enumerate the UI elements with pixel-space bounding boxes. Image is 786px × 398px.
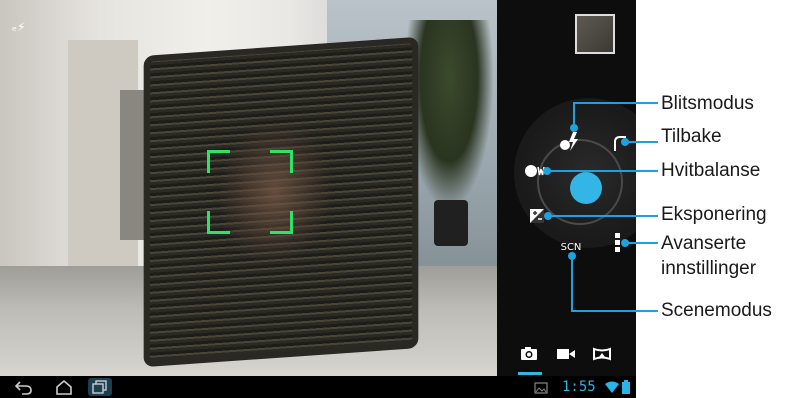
- system-navigation-bar: [0, 376, 636, 398]
- flash-status-indicator: ₑ⚡: [12, 20, 26, 34]
- recent-apps-icon: [92, 380, 107, 394]
- label-back: Tilbake: [661, 126, 722, 147]
- focus-corner: [207, 211, 230, 234]
- plant: [404, 20, 494, 210]
- focus-corner: [207, 150, 230, 173]
- panorama-mode-button[interactable]: [592, 346, 612, 362]
- panorama-mode-icon: [593, 347, 611, 361]
- gallery-icon: [534, 382, 548, 394]
- wifi-icon: [605, 381, 619, 393]
- label-flash-mode: Blitsmodus: [661, 93, 754, 114]
- callout-line-back: [626, 141, 658, 143]
- exposure-icon: [530, 209, 544, 223]
- back-nav-button[interactable]: [12, 378, 36, 396]
- callout-line-white-balance: [548, 170, 658, 172]
- home-button[interactable]: [52, 378, 76, 396]
- label-advanced-line1: Avanserte: [661, 233, 747, 254]
- viewfinder[interactable]: ₑ⚡: [0, 0, 497, 376]
- camera-screen: ₑ⚡ SCN 1:55: [0, 0, 636, 398]
- gallery-notification[interactable]: [534, 380, 548, 394]
- camera-mode-button[interactable]: [520, 346, 540, 362]
- home-icon: [56, 379, 72, 395]
- callout-dot-scene: [568, 252, 576, 260]
- callout-line-advanced: [626, 242, 658, 244]
- focus-frame: [207, 150, 293, 234]
- active-mode-indicator: [518, 372, 542, 375]
- video-mode-button[interactable]: [556, 346, 576, 362]
- callout-dot-exposure: [544, 212, 552, 220]
- flash-mode-button[interactable]: [558, 130, 584, 152]
- callout-line-scene-h: [571, 310, 658, 312]
- plant-pot: [434, 200, 468, 246]
- callout-line-scene: [571, 256, 573, 312]
- label-scene-mode: Scenemodus: [661, 300, 772, 321]
- video-mode-icon: [557, 349, 575, 359]
- last-photo-thumbnail[interactable]: [575, 14, 615, 54]
- back-nav-icon: [14, 381, 32, 395]
- flash-icon: [560, 132, 578, 151]
- label-advanced-line2: innstillinger: [661, 258, 757, 279]
- callout-dot-back: [621, 138, 629, 146]
- label-exposure: Eksponering: [661, 204, 767, 225]
- callout-dot-advanced: [621, 239, 629, 247]
- label-white-balance: Hvitbalanse: [661, 160, 761, 181]
- recent-apps-button[interactable]: [88, 378, 112, 396]
- status-clock: 1:55: [562, 379, 596, 395]
- shutter-button[interactable]: [570, 172, 602, 204]
- focus-corner: [270, 211, 293, 234]
- callout-line-exposure: [549, 215, 658, 217]
- status-icons: [604, 380, 634, 394]
- callout-line-flash-h: [573, 102, 658, 104]
- exposure-button[interactable]: [529, 208, 545, 224]
- camera-mode-icon: [521, 347, 537, 360]
- battery-icon: [622, 380, 630, 394]
- focus-corner: [270, 150, 293, 173]
- callout-dot-white-balance: [543, 167, 551, 175]
- callout-dot-flash: [570, 124, 578, 132]
- capture-mode-bar: [505, 340, 630, 368]
